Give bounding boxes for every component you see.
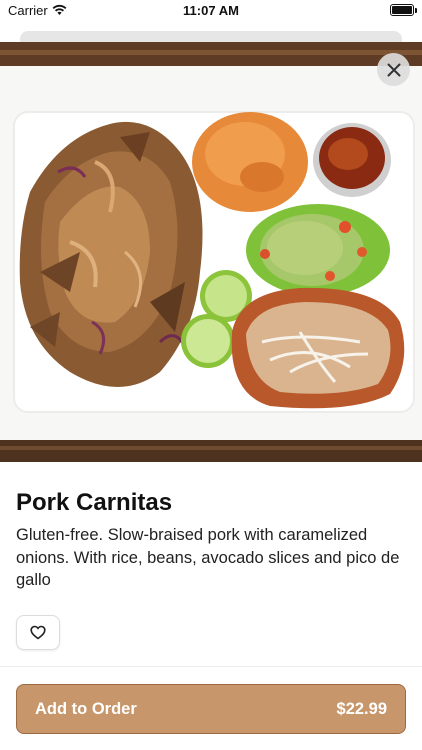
divider [0,666,422,667]
battery-tip [415,8,417,13]
food-photo [0,42,422,462]
item-price: $22.99 [336,699,387,718]
battery-icon [390,4,414,16]
favorite-button[interactable] [16,615,60,650]
heart-outline-icon [30,625,46,640]
add-to-order-label: Add to Order [35,699,137,718]
item-description: Gluten-free. Slow-braised pork with cara… [16,526,400,589]
clock: 11:07 AM [183,3,239,18]
add-to-order-button[interactable]: Add to Order $22.99 [16,684,406,734]
item-title: Pork Carnitas [16,489,173,516]
status-bar: Carrier 11:07 AM [0,0,422,22]
close-button[interactable] [377,53,410,86]
close-icon [387,63,400,76]
